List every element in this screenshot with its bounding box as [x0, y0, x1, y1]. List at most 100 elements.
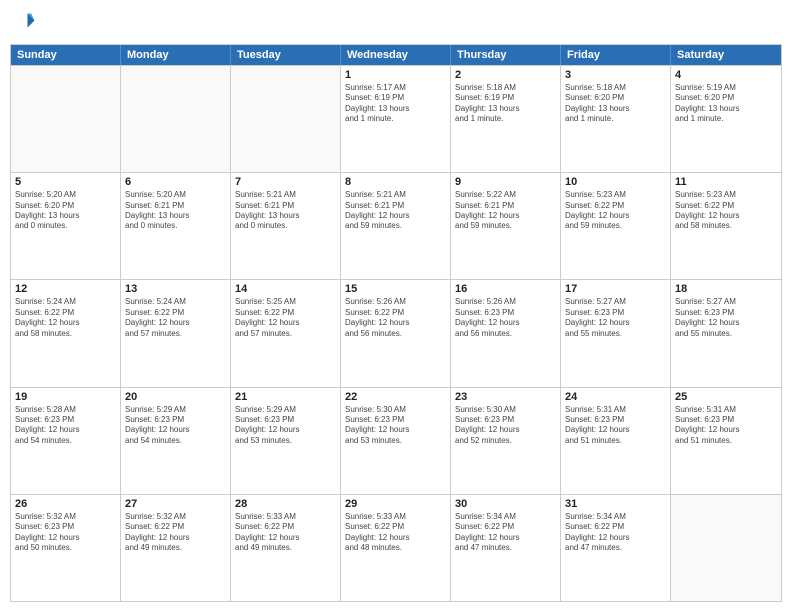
cell-info-line: and 49 minutes. [235, 543, 336, 553]
cell-info-line: Sunset: 6:23 PM [565, 308, 666, 318]
cell-info-line: Sunrise: 5:22 AM [455, 190, 556, 200]
cell-info-line: and 50 minutes. [15, 543, 116, 553]
calendar-day-17: 17Sunrise: 5:27 AMSunset: 6:23 PMDayligh… [561, 280, 671, 386]
day-number: 13 [125, 283, 226, 295]
day-number: 18 [675, 283, 777, 295]
day-number: 2 [455, 69, 556, 81]
cell-info-line: Sunrise: 5:33 AM [345, 512, 446, 522]
cell-info-line: Sunrise: 5:23 AM [675, 190, 777, 200]
cell-info-line: Daylight: 12 hours [345, 425, 446, 435]
day-number: 5 [15, 176, 116, 188]
cell-info-line: Sunrise: 5:30 AM [345, 405, 446, 415]
cell-info-line: Sunrise: 5:19 AM [675, 83, 777, 93]
calendar-day-25: 25Sunrise: 5:31 AMSunset: 6:23 PMDayligh… [671, 388, 781, 494]
day-number: 24 [565, 391, 666, 403]
calendar-day-30: 30Sunrise: 5:34 AMSunset: 6:22 PMDayligh… [451, 495, 561, 601]
cell-info-line: Daylight: 12 hours [15, 425, 116, 435]
cell-info-line: and 54 minutes. [15, 436, 116, 446]
cell-info-line: and 1 minute. [675, 114, 777, 124]
cell-info-line: Sunset: 6:21 PM [455, 201, 556, 211]
cell-info-line: Daylight: 12 hours [675, 318, 777, 328]
cell-info-line: Sunrise: 5:25 AM [235, 297, 336, 307]
cell-info-line: Sunrise: 5:24 AM [15, 297, 116, 307]
cell-info-line: Sunrise: 5:32 AM [15, 512, 116, 522]
logo-icon [10, 10, 38, 38]
calendar-day-2: 2Sunrise: 5:18 AMSunset: 6:19 PMDaylight… [451, 66, 561, 172]
cell-info-line: Sunrise: 5:34 AM [455, 512, 556, 522]
cell-info-line: Sunset: 6:23 PM [675, 308, 777, 318]
cell-info-line: Daylight: 12 hours [235, 425, 336, 435]
day-number: 12 [15, 283, 116, 295]
day-number: 15 [345, 283, 446, 295]
day-number: 7 [235, 176, 336, 188]
calendar-row-3: 19Sunrise: 5:28 AMSunset: 6:23 PMDayligh… [11, 387, 781, 494]
cell-info-line: Sunrise: 5:26 AM [345, 297, 446, 307]
day-number: 25 [675, 391, 777, 403]
day-number: 6 [125, 176, 226, 188]
cell-info-line: Daylight: 13 hours [455, 104, 556, 114]
calendar-day-5: 5Sunrise: 5:20 AMSunset: 6:20 PMDaylight… [11, 173, 121, 279]
cell-info-line: Sunrise: 5:33 AM [235, 512, 336, 522]
cell-info-line: Daylight: 13 hours [675, 104, 777, 114]
header-cell-monday: Monday [121, 45, 231, 65]
day-number: 10 [565, 176, 666, 188]
cell-info-line: and 47 minutes. [455, 543, 556, 553]
cell-info-line: Sunset: 6:19 PM [455, 93, 556, 103]
calendar-empty-cell [121, 66, 231, 172]
cell-info-line: Daylight: 13 hours [565, 104, 666, 114]
cell-info-line: Sunrise: 5:17 AM [345, 83, 446, 93]
cell-info-line: Daylight: 12 hours [675, 425, 777, 435]
cell-info-line: Sunrise: 5:20 AM [125, 190, 226, 200]
cell-info-line: Sunrise: 5:24 AM [125, 297, 226, 307]
cell-info-line: Sunset: 6:23 PM [15, 415, 116, 425]
calendar-day-29: 29Sunrise: 5:33 AMSunset: 6:22 PMDayligh… [341, 495, 451, 601]
calendar-day-4: 4 Sunrise: 5:19 AMSunset: 6:20 PMDaylight… [671, 66, 781, 172]
day-number: 28 [235, 498, 336, 510]
cell-info-line: and 1 minute. [345, 114, 446, 124]
cell-info-line: Sunset: 6:22 PM [675, 201, 777, 211]
cell-info-line: Sunrise: 5:20 AM [15, 190, 116, 200]
cell-info-line: Sunset: 6:19 PM [345, 93, 446, 103]
cell-info-line: and 59 minutes. [345, 221, 446, 231]
day-number: 4 [675, 69, 777, 81]
cell-info-line: Daylight: 12 hours [235, 533, 336, 543]
cell-info-line: Sunset: 6:20 PM [675, 93, 777, 103]
calendar: SundayMondayTuesdayWednesdayThursdayFrid… [10, 44, 782, 602]
cell-info-line: Sunrise: 5:18 AM [565, 83, 666, 93]
cell-info-line: Sunset: 6:22 PM [345, 308, 446, 318]
calendar-body: 1Sunrise: 5:17 AMSunset: 6:19 PMDaylight… [11, 65, 781, 601]
cell-info-line: Sunset: 6:22 PM [235, 308, 336, 318]
cell-info-line: Daylight: 12 hours [345, 318, 446, 328]
calendar-day-16: 16Sunrise: 5:26 AMSunset: 6:23 PMDayligh… [451, 280, 561, 386]
cell-info-line: Sunset: 6:23 PM [125, 415, 226, 425]
cell-info-line: Sunset: 6:23 PM [235, 415, 336, 425]
cell-info-line: Sunset: 6:21 PM [125, 201, 226, 211]
cell-info-line: Sunset: 6:23 PM [455, 415, 556, 425]
cell-info-line: Sunrise: 5:29 AM [235, 405, 336, 415]
cell-info-line: Daylight: 12 hours [565, 211, 666, 221]
calendar-row-1: 5Sunrise: 5:20 AMSunset: 6:20 PMDaylight… [11, 172, 781, 279]
page: SundayMondayTuesdayWednesdayThursdayFrid… [0, 0, 792, 612]
header-cell-tuesday: Tuesday [231, 45, 341, 65]
cell-info-line: Daylight: 12 hours [675, 211, 777, 221]
calendar-day-8: 8Sunrise: 5:21 AMSunset: 6:21 PMDaylight… [341, 173, 451, 279]
cell-info-line: and 51 minutes. [675, 436, 777, 446]
cell-info-line: Daylight: 13 hours [235, 211, 336, 221]
calendar-day-20: 20Sunrise: 5:29 AMSunset: 6:23 PMDayligh… [121, 388, 231, 494]
cell-info-line: Sunrise: 5:23 AM [565, 190, 666, 200]
cell-info-line: and 51 minutes. [565, 436, 666, 446]
day-number: 19 [15, 391, 116, 403]
cell-info-line: and 1 minute. [455, 114, 556, 124]
cell-info-line: and 58 minutes. [675, 221, 777, 231]
calendar-day-19: 19Sunrise: 5:28 AMSunset: 6:23 PMDayligh… [11, 388, 121, 494]
cell-info-line: Sunset: 6:22 PM [345, 522, 446, 532]
header [10, 10, 782, 38]
day-number: 27 [125, 498, 226, 510]
header-cell-friday: Friday [561, 45, 671, 65]
calendar-day-13: 13Sunrise: 5:24 AMSunset: 6:22 PMDayligh… [121, 280, 231, 386]
cell-info-line: and 49 minutes. [125, 543, 226, 553]
calendar-day-23: 23Sunrise: 5:30 AMSunset: 6:23 PMDayligh… [451, 388, 561, 494]
calendar-empty-cell [11, 66, 121, 172]
cell-info-line: Sunset: 6:22 PM [15, 308, 116, 318]
cell-info-line: Sunrise: 5:32 AM [125, 512, 226, 522]
